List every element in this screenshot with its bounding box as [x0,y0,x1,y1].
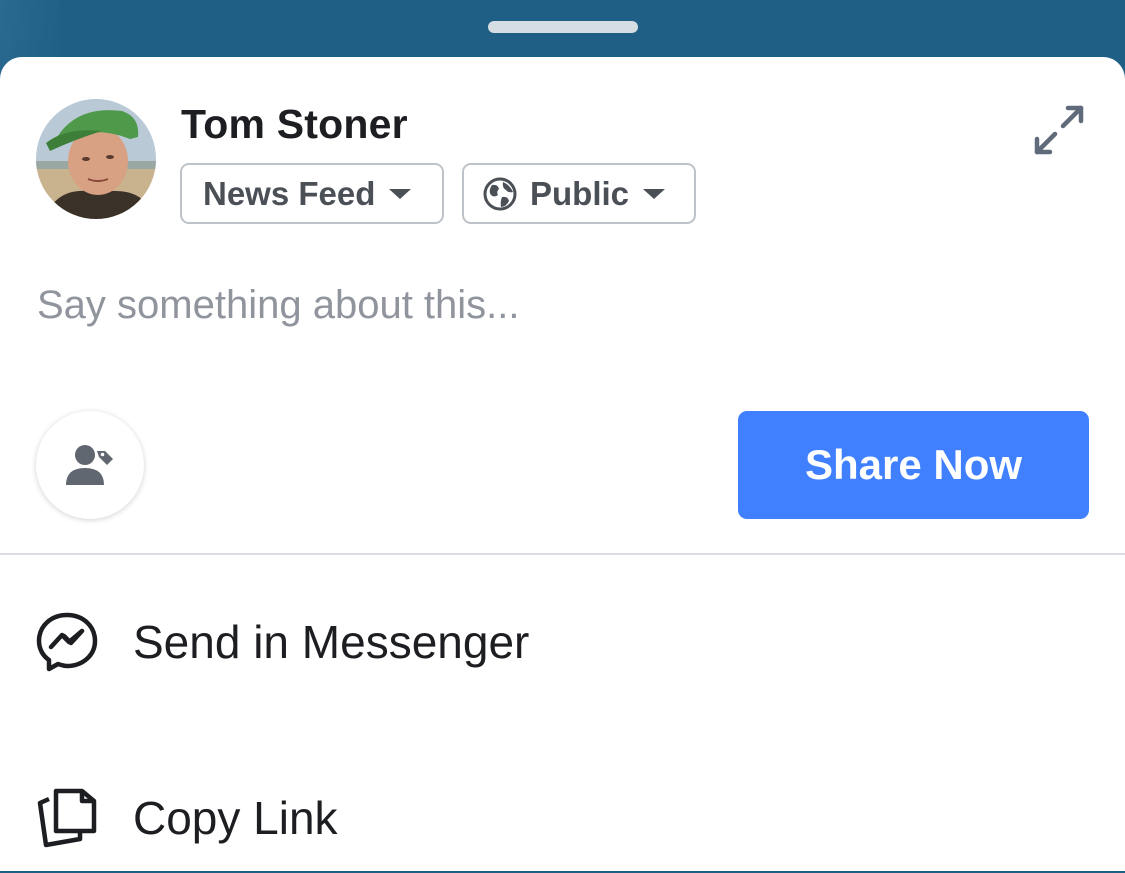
sheet-grab-handle[interactable] [488,21,638,33]
caret-down-icon [643,188,666,199]
copy-link-icon [37,788,97,848]
avatar [36,99,156,219]
tag-people-icon [66,445,113,485]
copy-link-label: Copy Link [133,792,338,844]
divider [0,553,1125,555]
copy-link-item[interactable]: Copy Link [0,763,1125,873]
privacy-selector[interactable]: Public [462,163,696,224]
audience-label: News Feed [203,174,376,212]
expand-icon [1034,105,1084,155]
send-in-messenger-item[interactable]: Send in Messenger [0,587,1125,697]
send-in-messenger-label: Send in Messenger [133,616,530,668]
audience-selector[interactable]: News Feed [180,163,444,224]
user-name: Tom Stoner [181,101,408,147]
privacy-label: Public [530,174,630,212]
composer-input[interactable]: Say something about this... [37,283,520,328]
globe-icon [483,177,517,210]
share-now-button[interactable]: Share Now [738,411,1089,519]
avatar-photo [36,99,156,219]
expand-button[interactable] [1030,101,1088,159]
caret-down-icon [389,188,412,199]
share-sheet: Tom Stoner News Feed Public Say somethin… [0,57,1125,871]
tag-people-button[interactable] [36,411,144,519]
messenger-icon [36,612,98,672]
